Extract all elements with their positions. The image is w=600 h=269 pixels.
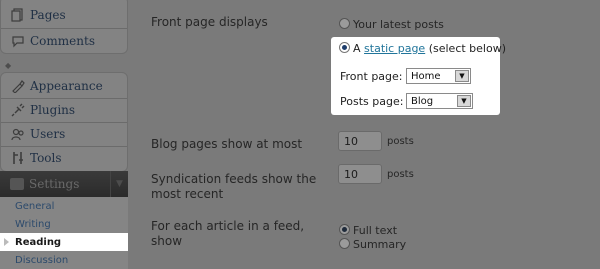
submenu-item-writing[interactable]: Writing — [0, 215, 128, 233]
static-page-option[interactable]: A static page (select below) — [339, 42, 506, 55]
sidebar-item-tools[interactable]: Tools — [1, 147, 127, 169]
sidebar-item-appearance[interactable]: Appearance — [1, 75, 127, 97]
appearance-icon — [10, 78, 26, 94]
summary-label: Summary — [353, 238, 407, 251]
menu-group-content: Pages Comments — [0, 0, 128, 54]
summary-radio[interactable] — [339, 238, 350, 249]
summary-option[interactable]: Summary — [339, 237, 406, 253]
static-page-prefix: A — [353, 42, 361, 55]
chevron-down-icon[interactable]: ▼ — [457, 95, 471, 107]
latest-posts-label: Your latest posts — [353, 18, 444, 31]
front-page-select[interactable]: Home ▼ — [406, 68, 471, 84]
sidebar-item-label: Comments — [30, 34, 95, 48]
sidebar-item-label: Pages — [30, 8, 66, 22]
syndication-input[interactable]: 10 — [338, 164, 382, 184]
sidebar-item-label: Appearance — [30, 79, 103, 93]
users-icon — [10, 126, 26, 142]
submenu-item-discussion[interactable]: Discussion — [0, 251, 128, 269]
blog-pages-input[interactable]: 10 — [338, 131, 382, 151]
submenu-label: Writing — [15, 218, 51, 230]
syndication-unit: posts — [387, 169, 414, 180]
sidebar-item-plugins[interactable]: Plugins — [1, 99, 127, 121]
posts-page-select[interactable]: Blog ▼ — [406, 93, 473, 109]
blog-pages-unit: posts — [387, 136, 414, 147]
posts-page-value: Blog — [411, 95, 434, 107]
admin-sidebar: Pages Comments ◆ Appearance Plugins User… — [0, 0, 128, 269]
settings-icon — [10, 178, 24, 190]
blog-pages-value: 10 — [344, 134, 358, 148]
sidebar-item-label: Tools — [30, 151, 62, 165]
feed-article-label-line1: For each article in a feed, — [151, 219, 305, 233]
submenu-item-reading[interactable]: Reading — [0, 233, 128, 251]
comments-icon — [10, 33, 26, 49]
submenu-label: Discussion — [15, 254, 69, 266]
submenu-item-general[interactable]: General — [0, 197, 128, 215]
sidebar-item-label: Settings — [29, 177, 80, 191]
menu-divider — [1, 28, 127, 29]
syndication-label-line2: most recent — [151, 187, 224, 201]
pages-icon — [10, 7, 26, 23]
plugins-icon — [10, 102, 26, 118]
settings-submenu: General Writing Reading Discussion — [0, 197, 128, 269]
static-page-link[interactable]: static page — [364, 42, 425, 55]
full-text-radio[interactable] — [339, 224, 350, 235]
tools-icon — [10, 150, 26, 166]
menu-collapse-icon[interactable]: ◆ — [5, 61, 11, 70]
menu-group-appearance: Appearance Plugins Users Tools — [0, 72, 128, 172]
front-page-value: Home — [411, 70, 441, 82]
submenu-label: Reading — [15, 236, 62, 248]
sidebar-item-pages[interactable]: Pages — [1, 4, 127, 26]
sidebar-item-label: Plugins — [30, 103, 76, 117]
syndication-label-line1: Syndication feeds show the — [151, 172, 317, 186]
chevron-down-icon[interactable]: ▼ — [110, 171, 128, 197]
sidebar-item-users[interactable]: Users — [1, 123, 127, 145]
sidebar-item-comments[interactable]: Comments — [1, 30, 127, 52]
chevron-down-icon[interactable]: ▼ — [455, 70, 469, 82]
full-text-label: Full text — [353, 224, 398, 237]
feed-article-label-line2: show — [151, 234, 183, 248]
sidebar-item-settings[interactable]: Settings ▼ — [0, 171, 128, 197]
latest-posts-radio[interactable] — [339, 18, 350, 29]
sidebar-item-label: Users — [30, 127, 66, 141]
posts-page-label: Posts page: — [340, 95, 404, 108]
front-page-displays-label: Front page displays — [151, 15, 268, 29]
latest-posts-option[interactable]: Your latest posts — [339, 17, 444, 33]
static-page-radio[interactable] — [339, 42, 350, 53]
blog-pages-label: Blog pages show at most — [151, 137, 303, 151]
syndication-value: 10 — [344, 167, 358, 181]
static-page-suffix: (select below) — [428, 42, 506, 55]
submenu-label: General — [15, 200, 55, 212]
front-page-label: Front page: — [340, 70, 403, 83]
